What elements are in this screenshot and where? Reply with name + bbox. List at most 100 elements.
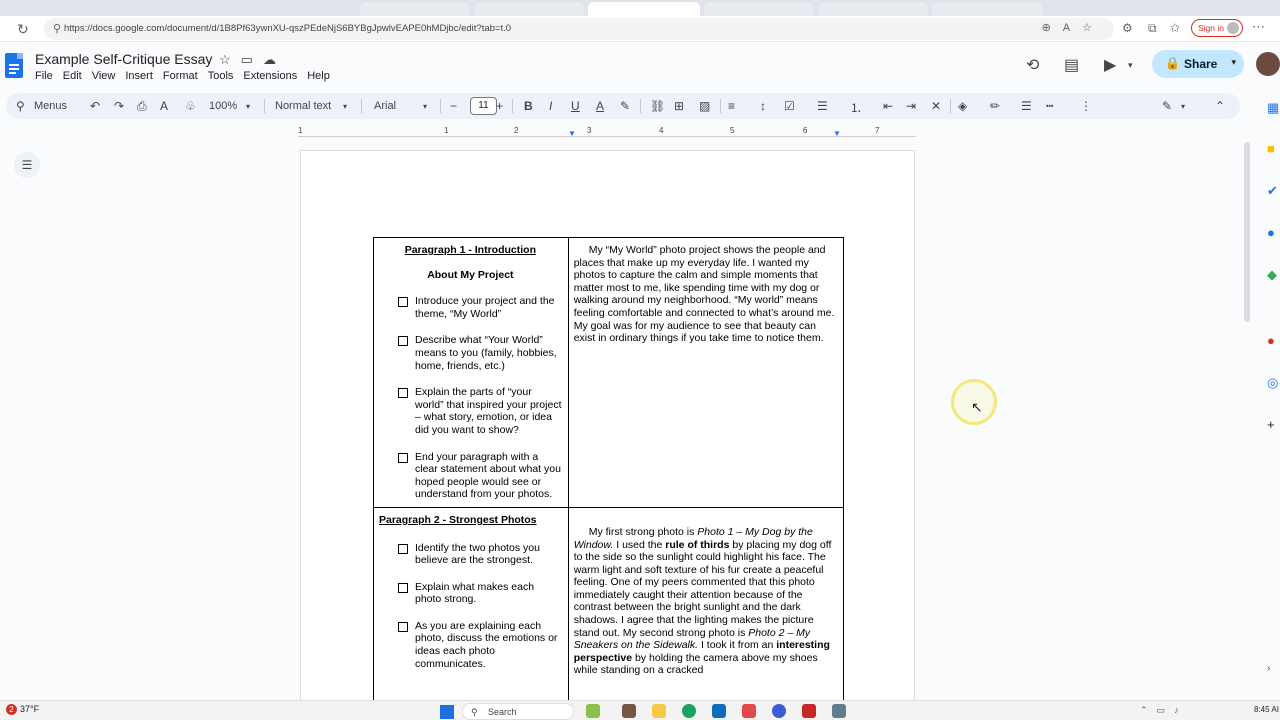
- clear-formatting-icon[interactable]: ✕: [931, 99, 941, 113]
- read-aloud-icon[interactable]: A: [1063, 22, 1082, 34]
- docs-logo-icon[interactable]: [5, 53, 23, 78]
- taskbar-app-icon[interactable]: [622, 704, 636, 718]
- meet-video-icon[interactable]: ▶: [1104, 55, 1116, 75]
- browser-tab[interactable]: [704, 2, 814, 16]
- browser-tab[interactable]: [818, 2, 928, 16]
- add-panel-icon[interactable]: +: [1267, 417, 1275, 432]
- right-indent-marker-icon[interactable]: ▼: [833, 129, 841, 138]
- taskbar-app-icon[interactable]: [742, 704, 756, 718]
- url-field[interactable]: ⚲ https://docs.google.com/document/d/1B8…: [44, 18, 1114, 40]
- sign-in-button[interactable]: Sign in: [1191, 19, 1243, 37]
- zoom-select[interactable]: 100%: [209, 100, 237, 112]
- tasks-icon[interactable]: ✔: [1267, 183, 1278, 199]
- zoom-chevron-icon[interactable]: ▾: [246, 102, 250, 111]
- favorites-icon[interactable]: ✩: [1170, 21, 1180, 35]
- taskbar-search[interactable]: ⚲ Search: [462, 703, 574, 720]
- sheets-icon[interactable]: ▦: [1267, 100, 1279, 116]
- underline-icon[interactable]: U: [571, 99, 580, 113]
- microphone-icon[interactable]: ●: [1267, 333, 1275, 348]
- add-comment-icon[interactable]: ⊞: [674, 99, 684, 113]
- checkbox[interactable]: [398, 336, 408, 347]
- border-color-icon[interactable]: ✏: [990, 99, 1000, 113]
- cloud-status-icon[interactable]: ☁: [263, 52, 286, 67]
- font-size-input[interactable]: 11: [470, 97, 497, 115]
- browser-menu-icon[interactable]: ⋯: [1252, 19, 1265, 35]
- bulleted-list-icon[interactable]: ☰: [817, 99, 828, 113]
- menu-file[interactable]: File: [35, 70, 53, 82]
- comments-icon[interactable]: ▤: [1064, 55, 1079, 75]
- decrease-font-size-icon[interactable]: −: [450, 99, 457, 113]
- checkbox[interactable]: [398, 582, 408, 593]
- menu-insert[interactable]: Insert: [125, 70, 153, 82]
- keep-icon[interactable]: ■: [1267, 141, 1275, 156]
- print-icon[interactable]: ⎙: [137, 99, 147, 114]
- more-options-icon[interactable]: ⋮: [1080, 99, 1092, 113]
- share-dropdown-chevron-icon[interactable]: ▾: [1231, 57, 1236, 68]
- font-select[interactable]: Arial: [374, 100, 396, 112]
- zoom-icon[interactable]: ⊕: [1042, 22, 1063, 34]
- document-page[interactable]: Paragraph 1 - Introduction About My Proj…: [300, 150, 915, 720]
- windows-start-icon[interactable]: [440, 705, 454, 719]
- taskbar-app-icon[interactable]: [832, 704, 846, 718]
- horizontal-ruler[interactable]: 1 1 2 3 4 5 6 7 ▼ ▼: [298, 124, 916, 140]
- browser-tab[interactable]: [474, 2, 584, 16]
- menu-tools[interactable]: Tools: [208, 70, 234, 82]
- paragraph-style-select[interactable]: Normal text: [275, 100, 331, 112]
- document-outline-icon[interactable]: ☰: [14, 152, 40, 178]
- editing-mode-icon[interactable]: ✎: [1162, 99, 1172, 113]
- site-info-icon[interactable]: ⚲: [53, 22, 61, 35]
- italic-icon[interactable]: I: [549, 99, 552, 113]
- network-icon[interactable]: ▭: [1157, 705, 1175, 715]
- menu-edit[interactable]: Edit: [63, 70, 82, 82]
- vertical-scrollbar[interactable]: [1244, 142, 1250, 322]
- version-history-icon[interactable]: ⟲: [1026, 55, 1039, 75]
- spellcheck-icon[interactable]: A: [160, 99, 168, 113]
- menu-format[interactable]: Format: [163, 70, 198, 82]
- font-chevron-icon[interactable]: ▾: [423, 102, 427, 111]
- checkbox[interactable]: [398, 543, 408, 554]
- paint-format-icon[interactable]: ♧: [185, 99, 196, 113]
- align-icon[interactable]: ≡: [728, 99, 735, 113]
- volume-icon[interactable]: ♪: [1174, 705, 1188, 715]
- hide-menus-chevron-icon[interactable]: ⌃: [1215, 99, 1225, 113]
- split-screen-icon[interactable]: ⧉: [1148, 21, 1157, 36]
- edge-icon[interactable]: [682, 704, 696, 718]
- checklist-icon[interactable]: ☑: [784, 99, 795, 113]
- instructions-cell[interactable]: Paragraph 1 - Introduction About My Proj…: [373, 237, 569, 508]
- move-folder-icon[interactable]: ▭: [241, 52, 263, 67]
- menus-search-label[interactable]: Menus: [34, 100, 67, 112]
- insert-image-icon[interactable]: ▨: [699, 99, 710, 113]
- share-button[interactable]: 🔒 Share ▾: [1152, 50, 1244, 78]
- star-icon[interactable]: ☆: [219, 52, 241, 67]
- text-color-icon[interactable]: A: [596, 99, 604, 113]
- contacts-icon[interactable]: ●: [1267, 225, 1275, 240]
- store-icon[interactable]: [712, 704, 726, 718]
- redo-icon[interactable]: ↷: [114, 99, 124, 113]
- editing-mode-chevron-icon[interactable]: ▾: [1181, 102, 1185, 111]
- menu-view[interactable]: View: [92, 70, 116, 82]
- increase-indent-icon[interactable]: ⇥: [906, 99, 916, 113]
- browser-tab-active[interactable]: [588, 2, 700, 16]
- taskbar-clock[interactable]: 8:45 AI: [1254, 705, 1279, 714]
- style-chevron-icon[interactable]: ▾: [343, 102, 347, 111]
- line-spacing-icon[interactable]: ↕: [760, 99, 766, 113]
- document-title[interactable]: Example Self-Critique Essay: [35, 51, 212, 67]
- decrease-indent-icon[interactable]: ⇤: [883, 99, 893, 113]
- chrome-icon[interactable]: [772, 704, 786, 718]
- search-menus-icon[interactable]: ⚲: [16, 99, 25, 113]
- browser-tab[interactable]: [360, 2, 470, 16]
- highlight-color-icon[interactable]: ✎: [620, 99, 630, 113]
- response-cell[interactable]: My “My World” photo project shows the pe…: [567, 237, 845, 508]
- menu-extensions[interactable]: Extensions: [243, 70, 297, 82]
- assistant-icon[interactable]: ◎: [1267, 375, 1278, 391]
- taskbar-app-icon[interactable]: [802, 704, 816, 718]
- maps-icon[interactable]: ◆: [1267, 267, 1277, 283]
- response-cell[interactable]: My first strong photo is Photo 1 – My Do…: [567, 506, 845, 720]
- chevron-up-icon[interactable]: ⌃: [1140, 705, 1157, 715]
- profile-avatar[interactable]: [1256, 52, 1280, 76]
- indent-marker-icon[interactable]: ▼: [568, 129, 576, 138]
- numbered-list-icon[interactable]: ⒈: [850, 99, 862, 116]
- checkbox[interactable]: [398, 388, 408, 399]
- panel-expand-chevron-icon[interactable]: ›: [1267, 663, 1270, 674]
- favorite-star-icon[interactable]: ☆: [1082, 22, 1104, 34]
